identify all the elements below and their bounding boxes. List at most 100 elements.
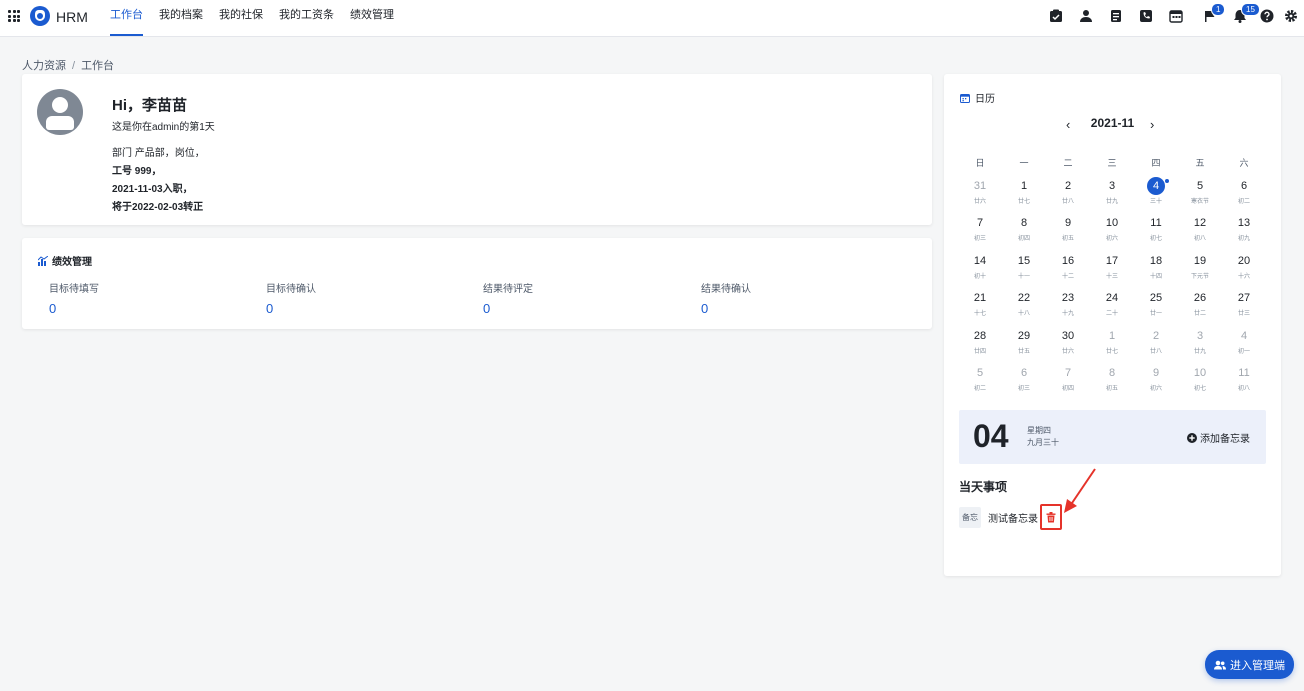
add-memo-button[interactable]: 添加备忘录 bbox=[1187, 430, 1250, 445]
calendar-day[interactable]: 28 廿四 bbox=[958, 326, 1002, 363]
calendar-day[interactable]: 16 十二 bbox=[1046, 251, 1090, 288]
next-month-chevron-icon[interactable]: › bbox=[1150, 117, 1154, 132]
user-icon[interactable] bbox=[1079, 9, 1093, 23]
calendar-day[interactable]: 3 廿九 bbox=[1178, 326, 1222, 363]
stat-goal-to-confirm[interactable]: 目标待确认 0 bbox=[266, 280, 316, 316]
calendar-day[interactable]: 13 初九 bbox=[1222, 213, 1266, 250]
day-number: 20 bbox=[1237, 254, 1251, 267]
calendar-day[interactable]: 10 初六 bbox=[1090, 213, 1134, 250]
calendar-day[interactable]: 21 十七 bbox=[958, 288, 1002, 325]
flag-count-badge: 1 bbox=[1211, 3, 1226, 16]
calendar-day[interactable]: 25 廿一 bbox=[1134, 288, 1178, 325]
calendar-day[interactable]: 26 廿二 bbox=[1178, 288, 1222, 325]
memo-item: 备忘 测试备忘录 bbox=[959, 504, 1062, 530]
day-number: 2 bbox=[1152, 329, 1160, 342]
stat-goal-to-fill[interactable]: 目标待填写 0 bbox=[49, 280, 99, 316]
phone-icon[interactable] bbox=[1139, 9, 1153, 23]
calendar-day[interactable]: 6 初二 bbox=[1222, 176, 1266, 213]
calendar-day[interactable]: 11 初七 bbox=[1134, 213, 1178, 250]
help-icon[interactable] bbox=[1260, 9, 1274, 23]
calendar-day[interactable]: 24 二十 bbox=[1090, 288, 1134, 325]
task-check-icon[interactable] bbox=[1049, 9, 1063, 23]
calendar-day[interactable]: 2 廿八 bbox=[1046, 176, 1090, 213]
nav-item-performance[interactable]: 绩效管理 bbox=[342, 0, 402, 37]
calendar-day[interactable]: 9 初五 bbox=[1046, 213, 1090, 250]
lunar-date: 二十 bbox=[1105, 311, 1118, 318]
calendar-day-today[interactable]: 4 三十 bbox=[1134, 176, 1178, 213]
nav-item-workbench[interactable]: 工作台 bbox=[102, 0, 151, 37]
day-number: 27 bbox=[1237, 292, 1251, 305]
lunar-date: 初二 bbox=[1237, 199, 1250, 205]
day-number: 15 bbox=[1017, 254, 1031, 267]
calendar-day[interactable]: 19 下元节 bbox=[1178, 251, 1222, 288]
weekday-label: 二 bbox=[1063, 158, 1073, 168]
calendar-day[interactable]: 1 廿七 bbox=[1002, 176, 1046, 213]
calendar-day[interactable]: 4 初一 bbox=[1222, 326, 1266, 363]
day-number: 12 bbox=[1193, 217, 1207, 230]
calendar-day[interactable]: 22 十八 bbox=[1002, 288, 1046, 325]
lunar-date: 廿八 bbox=[1149, 348, 1162, 355]
calendar-day[interactable]: 5 寒衣节 bbox=[1178, 176, 1222, 213]
calendar-day[interactable]: 12 初八 bbox=[1178, 213, 1222, 250]
day-grid: 31 廿六 1 廿七 2 廿八 3 廿九 4 三十 5 寒衣节 6 初二 7 初三 8 初四 9 初五 10 初六 11 初七… bbox=[958, 176, 1266, 400]
day-number: 2 bbox=[1064, 180, 1072, 192]
calendar-day[interactable]: 14 初十 bbox=[958, 251, 1002, 288]
day-number: 3 bbox=[1108, 180, 1116, 192]
calendar-day[interactable]: 20 十六 bbox=[1222, 251, 1266, 288]
calendar-day[interactable]: 8 初五 bbox=[1090, 363, 1134, 400]
event-dot-indicator bbox=[1165, 179, 1169, 183]
calendar-icon[interactable] bbox=[1169, 9, 1183, 23]
apps-grid-icon[interactable] bbox=[8, 10, 20, 22]
lunar-date: 廿四 bbox=[973, 348, 986, 355]
calendar-day[interactable]: 7 初三 bbox=[958, 213, 1002, 250]
delete-memo-button[interactable] bbox=[1040, 504, 1062, 530]
lunar-date: 初二 bbox=[973, 385, 986, 392]
calendar-day[interactable]: 9 初六 bbox=[1134, 363, 1178, 400]
day-number: 8 bbox=[1108, 366, 1116, 379]
document-icon[interactable] bbox=[1109, 9, 1123, 23]
day-number: 11 bbox=[1150, 217, 1162, 230]
calendar-day[interactable]: 11 初八 bbox=[1222, 363, 1266, 400]
prev-month-chevron-icon[interactable]: ‹ bbox=[1066, 117, 1070, 132]
stat-label: 目标待填写 bbox=[49, 284, 99, 295]
stat-result-to-evaluate[interactable]: 结果待评定 0 bbox=[483, 280, 533, 316]
nav-item-profile[interactable]: 我的档案 bbox=[151, 0, 211, 37]
memo-text[interactable]: 测试备忘录 bbox=[988, 510, 1038, 525]
calendar-day[interactable]: 30 廿六 bbox=[1046, 326, 1090, 363]
department-position: 部门 产品部，岗位， bbox=[112, 148, 205, 159]
calendar-day[interactable]: 8 初四 bbox=[1002, 213, 1046, 250]
bell-icon[interactable]: 15 bbox=[1233, 3, 1260, 23]
day-number: 17 bbox=[1105, 254, 1119, 267]
settings-gear-icon[interactable] bbox=[1284, 9, 1298, 23]
calendar-day[interactable]: 15 十一 bbox=[1002, 251, 1046, 288]
stat-label: 结果待评定 bbox=[483, 284, 533, 295]
calendar-day[interactable]: 29 廿五 bbox=[1002, 326, 1046, 363]
calendar-day[interactable]: 10 初七 bbox=[1178, 363, 1222, 400]
calendar-day[interactable]: 27 廿三 bbox=[1222, 288, 1266, 325]
bar-chart-icon bbox=[38, 255, 48, 266]
calendar-day[interactable]: 23 十九 bbox=[1046, 288, 1090, 325]
annotation-arrow-icon bbox=[1064, 468, 1096, 513]
flag-icon[interactable]: 1 bbox=[1203, 3, 1226, 23]
performance-title: 绩效管理 bbox=[38, 253, 92, 268]
calendar-day[interactable]: 17 十三 bbox=[1090, 251, 1134, 288]
stat-result-to-confirm[interactable]: 结果待确认 0 bbox=[701, 280, 751, 316]
day-number: 24 bbox=[1105, 292, 1119, 305]
calendar-day[interactable]: 2 廿八 bbox=[1134, 326, 1178, 363]
day-number: 13 bbox=[1237, 217, 1251, 230]
calendar-day[interactable]: 18 十四 bbox=[1134, 251, 1178, 288]
calendar-day[interactable]: 3 廿九 bbox=[1090, 176, 1134, 213]
calendar-day[interactable]: 1 廿七 bbox=[1090, 326, 1134, 363]
breadcrumb-root[interactable]: 人力资源 bbox=[22, 60, 66, 72]
lunar-date: 十九 bbox=[1061, 311, 1074, 318]
enter-admin-button[interactable]: 进入管理端 bbox=[1205, 650, 1294, 679]
calendar-day[interactable]: 31 廿六 bbox=[958, 176, 1002, 213]
nav-item-payslip[interactable]: 我的工资条 bbox=[271, 0, 342, 37]
calendar-day[interactable]: 5 初二 bbox=[958, 363, 1002, 400]
calendar-day[interactable]: 6 初三 bbox=[1002, 363, 1046, 400]
lunar-date: 廿一 bbox=[1149, 311, 1162, 318]
lunar-date: 下元节 bbox=[1190, 273, 1209, 280]
day-number: 5 bbox=[1196, 180, 1204, 192]
calendar-day[interactable]: 7 初四 bbox=[1046, 363, 1090, 400]
nav-item-social-security[interactable]: 我的社保 bbox=[211, 0, 271, 37]
